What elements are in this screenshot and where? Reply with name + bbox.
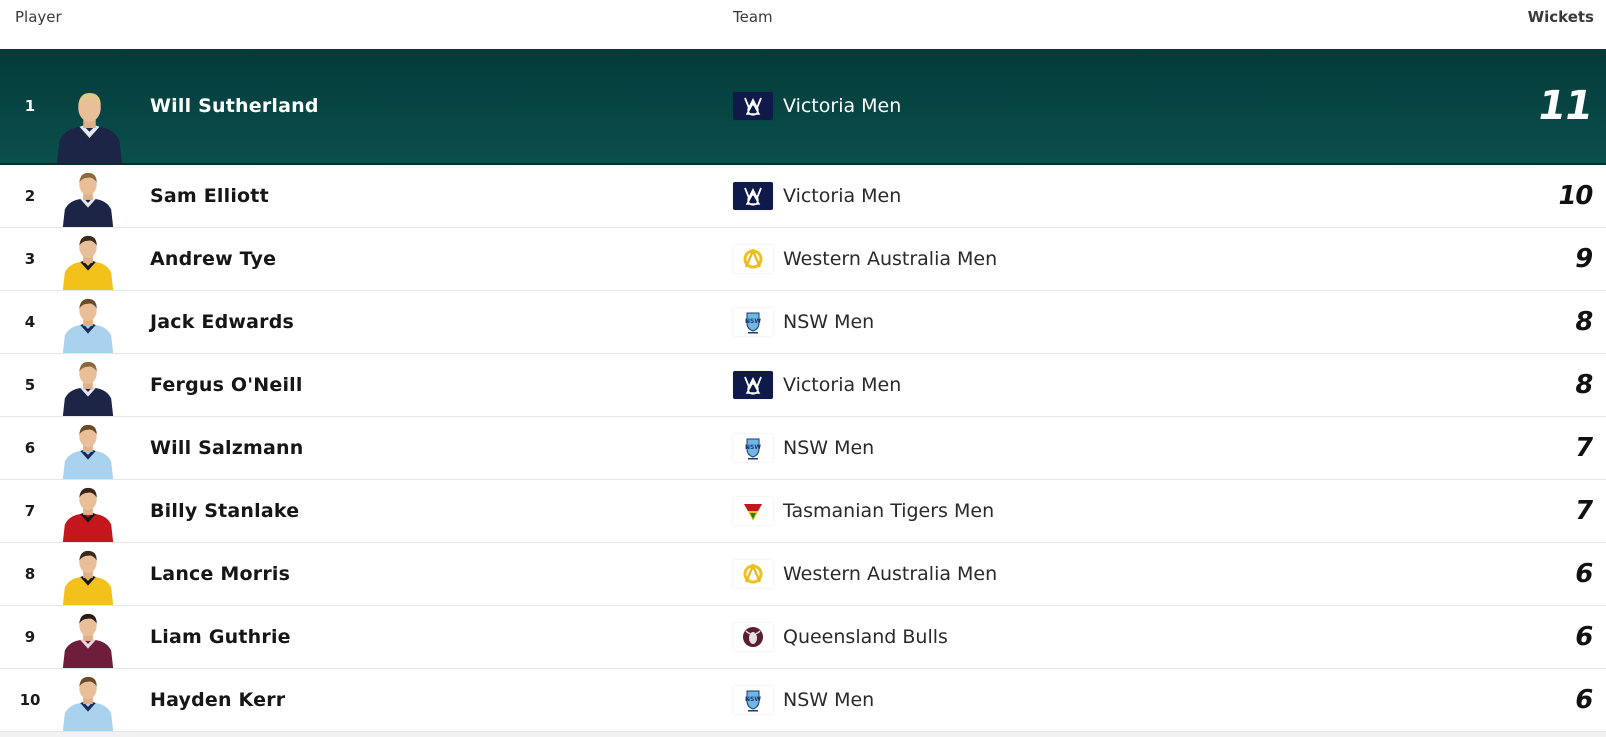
player-rank: 10 [19, 691, 41, 709]
player-photo [58, 232, 118, 290]
western-australia-logo-icon [733, 245, 773, 273]
player-name[interactable]: Will Salzmann [150, 437, 303, 459]
table-footer [0, 732, 1606, 737]
player-name[interactable]: Sam Elliott [150, 185, 269, 207]
table-row[interactable]: 2 Sam Elliott Victoria Men 10 [0, 165, 1606, 228]
table-row[interactable]: 9 Liam Guthrie Queensland Bulls 6 [0, 606, 1606, 669]
team-cell[interactable]: NSW NSW Men [733, 434, 874, 462]
team-name: NSW Men [783, 437, 875, 459]
wickets-value: 8 [1572, 370, 1595, 400]
player-photo [58, 610, 118, 668]
player-photo [58, 484, 118, 542]
team-name: Queensland Bulls [783, 626, 948, 648]
team-name: Western Australia Men [783, 563, 998, 585]
victoria-logo-icon [733, 182, 773, 210]
player-photo [58, 358, 118, 416]
table-row[interactable]: 4 Jack Edwards NSW NSW Men 8 [0, 291, 1606, 354]
player-name[interactable]: Billy Stanlake [150, 500, 299, 522]
player-rank: 4 [24, 313, 36, 331]
player-name[interactable]: Hayden Kerr [150, 689, 285, 711]
wickets-value: 7 [1572, 496, 1595, 526]
wickets-value: 9 [1572, 244, 1595, 274]
svg-text:NSW: NSW [745, 444, 761, 451]
table-row[interactable]: 3 Andrew Tye Western Australia Men 9 [0, 228, 1606, 291]
western-australia-logo-icon [733, 560, 773, 588]
column-header-wickets[interactable]: Wickets [1528, 8, 1594, 26]
player-rank: 9 [24, 628, 36, 646]
column-header-player[interactable]: Player [15, 8, 62, 26]
table-row[interactable]: 6 Will Salzmann NSW NSW Men 7 [0, 417, 1606, 480]
team-name: NSW Men [783, 689, 875, 711]
team-cell[interactable]: Western Australia Men [733, 245, 997, 273]
player-photo [58, 295, 118, 353]
player-rank: 6 [24, 439, 36, 457]
team-cell[interactable]: NSW NSW Men [733, 686, 874, 714]
team-cell[interactable]: Victoria Men [733, 371, 901, 399]
table-row[interactable]: 1 Will Sutherland Victoria Men 11 [0, 49, 1606, 165]
queensland-logo-icon [733, 623, 773, 651]
wickets-value: 10 [1555, 181, 1595, 211]
nsw-logo-icon: NSW [733, 434, 773, 462]
player-rank: 2 [24, 187, 36, 205]
team-cell[interactable]: Victoria Men [733, 182, 901, 210]
player-name[interactable]: Lance Morris [150, 563, 290, 585]
team-name: Victoria Men [783, 185, 902, 207]
wickets-value: 7 [1572, 433, 1595, 463]
nsw-logo-icon: NSW [733, 686, 773, 714]
player-name[interactable]: Andrew Tye [150, 248, 276, 270]
table-header: Player Team Wickets [0, 0, 1606, 49]
wickets-value: 11 [1534, 83, 1597, 129]
player-rank: 5 [24, 376, 36, 394]
table-row[interactable]: 5 Fergus O'Neill Victoria Men 8 [0, 354, 1606, 417]
player-photo [52, 55, 127, 163]
wickets-value: 6 [1572, 685, 1595, 715]
player-name[interactable]: Jack Edwards [150, 311, 294, 333]
team-name: NSW Men [783, 311, 875, 333]
player-rank: 3 [24, 250, 36, 268]
wickets-value: 6 [1572, 622, 1595, 652]
nsw-logo-icon: NSW [733, 308, 773, 336]
wickets-leaderboard: Player Team Wickets 1 Will Sutherland Vi… [0, 0, 1606, 737]
player-photo [58, 421, 118, 479]
team-cell[interactable]: NSW NSW Men [733, 308, 874, 336]
column-header-team[interactable]: Team [733, 8, 773, 26]
table-row[interactable]: 10 Hayden Kerr NSW NSW Men 6 [0, 669, 1606, 732]
wickets-value: 8 [1572, 307, 1595, 337]
wickets-value: 6 [1572, 559, 1595, 589]
team-cell[interactable]: Tasmanian Tigers Men [733, 497, 994, 525]
player-name[interactable]: Liam Guthrie [150, 626, 291, 648]
team-cell[interactable]: Victoria Men [733, 92, 901, 120]
player-rank: 8 [24, 565, 36, 583]
player-name[interactable]: Will Sutherland [150, 95, 319, 117]
victoria-logo-icon [733, 371, 773, 399]
team-name: Victoria Men [783, 95, 902, 117]
player-photo [58, 673, 118, 731]
team-cell[interactable]: Queensland Bulls [733, 623, 948, 651]
table-row[interactable]: 8 Lance Morris Western Australia Men 6 [0, 543, 1606, 606]
svg-text:NSW: NSW [745, 318, 761, 325]
team-name: Victoria Men [783, 374, 902, 396]
player-photo [58, 547, 118, 605]
player-photo [58, 169, 118, 227]
table-row[interactable]: 7 Billy Stanlake Tasmanian Tigers Men 7 [0, 480, 1606, 543]
player-name[interactable]: Fergus O'Neill [150, 374, 303, 396]
team-cell[interactable]: Western Australia Men [733, 560, 997, 588]
player-rank: 7 [24, 502, 36, 520]
team-name: Tasmanian Tigers Men [783, 500, 995, 522]
victoria-logo-icon [733, 92, 773, 120]
tasmania-logo-icon [733, 497, 773, 525]
svg-text:NSW: NSW [745, 696, 761, 703]
team-name: Western Australia Men [783, 248, 998, 270]
player-rank: 1 [24, 97, 36, 115]
